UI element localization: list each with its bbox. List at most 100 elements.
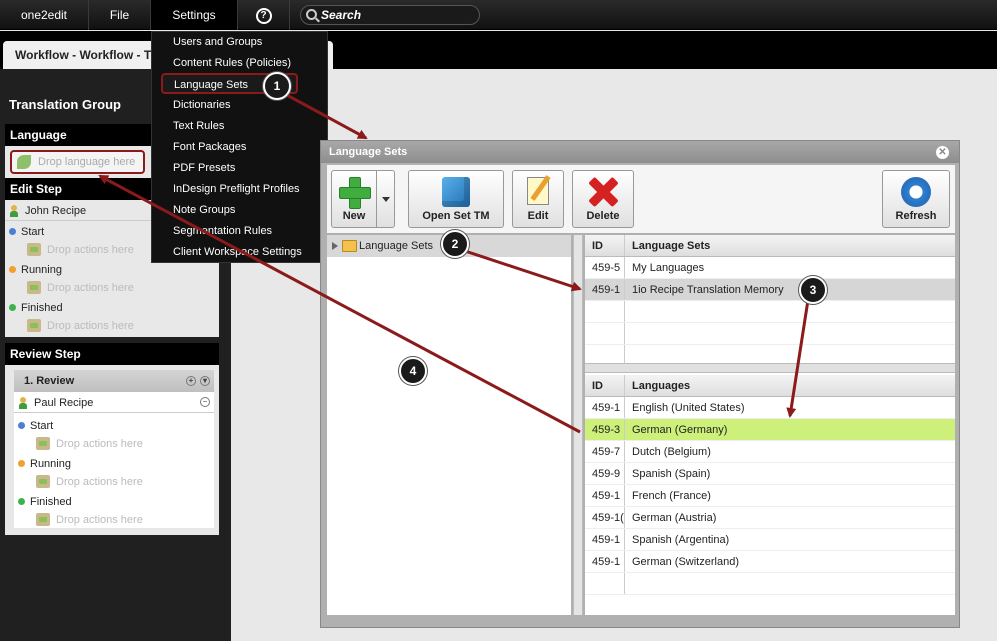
dialog-toolbar: New Open Set TM Edit Delete Refresh [327, 165, 955, 233]
leaf-icon [17, 155, 31, 169]
settings-dropdown: Users and Groups Content Rules (Policies… [151, 31, 328, 263]
drop-language-label: Drop language here [38, 156, 136, 168]
drop-hand-icon [36, 513, 50, 526]
menu-settings[interactable]: Settings [151, 0, 238, 30]
running-dot-icon [18, 460, 25, 467]
callout-1: 1 [263, 72, 291, 100]
callout-4: 4 [399, 357, 427, 385]
table-row-highlighted[interactable]: 459-3 German (Germany) [585, 419, 955, 441]
dialog-title-bar[interactable]: Language Sets ✕ [321, 141, 959, 163]
review-user-row[interactable]: Paul Recipe − [14, 393, 214, 413]
review-state-running: Running [14, 455, 214, 473]
review-state-start: Start [14, 417, 214, 435]
review-box: 1. Review + ▾ Paul Recipe − Start Drop a… [14, 370, 214, 528]
cube-icon [442, 177, 470, 207]
search-box[interactable] [300, 5, 480, 25]
tab-bar: Workflow - Workflow - T [0, 31, 997, 69]
callout-2: 2 [441, 230, 469, 258]
table-row[interactable]: 459-9 Spanish (Spain) [585, 463, 955, 485]
sets-grid-header: ID Language Sets [585, 235, 955, 257]
table-row-selected[interactable]: 459-1 1io Recipe Translation Memory [585, 279, 955, 301]
languages-grid: ID Languages 459-1 English (United State… [585, 375, 955, 615]
drop-hand-icon [36, 437, 50, 450]
menu-item-users-and-groups[interactable]: Users and Groups [152, 32, 327, 53]
table-row[interactable]: 459-1 Spanish (Argentina) [585, 529, 955, 551]
drop-language-target[interactable]: Drop language here [10, 150, 145, 174]
user-icon [19, 397, 27, 409]
expand-arrow-icon[interactable] [332, 242, 338, 250]
translation-group-title: Translation Group [9, 97, 121, 112]
drop-hand-icon [36, 475, 50, 488]
state-finished: Finished [5, 299, 219, 317]
review-drop-actions-finished[interactable]: Drop actions here [14, 511, 214, 529]
menu-item-preflight-profiles[interactable]: InDesign Preflight Profiles [152, 179, 327, 200]
finished-dot-icon [9, 304, 16, 311]
review-drop-actions-start[interactable]: Drop actions here [14, 435, 214, 453]
folder-icon [342, 240, 357, 252]
menu-item-segmentation-rules[interactable]: Segmentation Rules [152, 221, 327, 242]
table-row[interactable]: 459-1( German (Austria) [585, 507, 955, 529]
table-row[interactable]: 459-1 German (Switzerland) [585, 551, 955, 573]
finished-dot-icon [18, 498, 25, 505]
menu-file[interactable]: File [89, 0, 151, 30]
plus-icon [339, 177, 371, 209]
menu-item-dictionaries[interactable]: Dictionaries [152, 95, 327, 116]
add-icon[interactable]: + [186, 376, 196, 386]
menu-item-text-rules[interactable]: Text Rules [152, 116, 327, 137]
user-icon [10, 205, 18, 217]
column-id[interactable]: ID [585, 375, 625, 396]
drop-actions-finished[interactable]: Drop actions here [5, 317, 219, 335]
remove-icon[interactable]: − [200, 397, 210, 407]
search-icon [306, 9, 317, 20]
review-step-header: Review Step [5, 343, 219, 365]
menu-item-content-rules[interactable]: Content Rules (Policies) [152, 53, 327, 74]
review-title: 1. Review [24, 375, 75, 387]
review-drop-actions-running[interactable]: Drop actions here [14, 473, 214, 491]
vertical-splitter[interactable] [573, 235, 583, 615]
refresh-button[interactable]: Refresh [882, 170, 950, 228]
menubar: one2edit File Settings ? [0, 0, 997, 30]
tree-pane: Language Sets [327, 235, 571, 615]
menu-item-pdf-presets[interactable]: PDF Presets [152, 158, 327, 179]
menu-item-client-workspace-settings[interactable]: Client Workspace Settings [152, 242, 327, 263]
menu-app[interactable]: one2edit [0, 0, 89, 30]
menu-item-font-packages[interactable]: Font Packages [152, 137, 327, 158]
new-dropdown-arrow[interactable] [377, 170, 395, 228]
column-id[interactable]: ID [585, 235, 625, 256]
delete-button[interactable]: Delete [572, 170, 634, 228]
table-row[interactable]: 459-1 English (United States) [585, 397, 955, 419]
table-row[interactable]: 459-5 My Languages [585, 257, 955, 279]
table-row[interactable]: 459-1 French (France) [585, 485, 955, 507]
languages-grid-header: ID Languages [585, 375, 955, 397]
start-dot-icon [18, 422, 25, 429]
start-dot-icon [9, 228, 16, 235]
help-button[interactable]: ? [238, 0, 290, 30]
open-set-tm-button[interactable]: Open Set TM [408, 170, 504, 228]
drop-hand-icon [27, 281, 41, 294]
drop-hand-icon [27, 243, 41, 256]
search-input[interactable] [321, 7, 471, 23]
running-dot-icon [9, 266, 16, 273]
menu-item-note-groups[interactable]: Note Groups [152, 200, 327, 221]
refresh-icon [901, 177, 931, 207]
edit-button[interactable]: Edit [512, 170, 564, 228]
dialog-title: Language Sets [329, 146, 408, 158]
drop-actions-running[interactable]: Drop actions here [5, 279, 219, 297]
new-button[interactable]: New [331, 170, 377, 228]
review-state-finished: Finished [14, 493, 214, 511]
horizontal-splitter[interactable] [585, 363, 955, 373]
empty-row [585, 573, 955, 595]
empty-row [585, 323, 955, 345]
help-icon: ? [255, 7, 272, 24]
chevron-down-icon[interactable]: ▾ [200, 376, 210, 386]
column-language-sets[interactable]: Language Sets [626, 235, 955, 256]
review-header[interactable]: 1. Review + ▾ [14, 370, 214, 392]
edit-user-name: John Recipe [25, 205, 87, 217]
delete-x-icon [588, 177, 618, 207]
notepad-icon [527, 177, 549, 205]
column-languages[interactable]: Languages [626, 375, 955, 396]
empty-row [585, 301, 955, 323]
callout-3: 3 [799, 276, 827, 304]
table-row[interactable]: 459-7 Dutch (Belgium) [585, 441, 955, 463]
close-icon[interactable]: ✕ [936, 146, 949, 159]
